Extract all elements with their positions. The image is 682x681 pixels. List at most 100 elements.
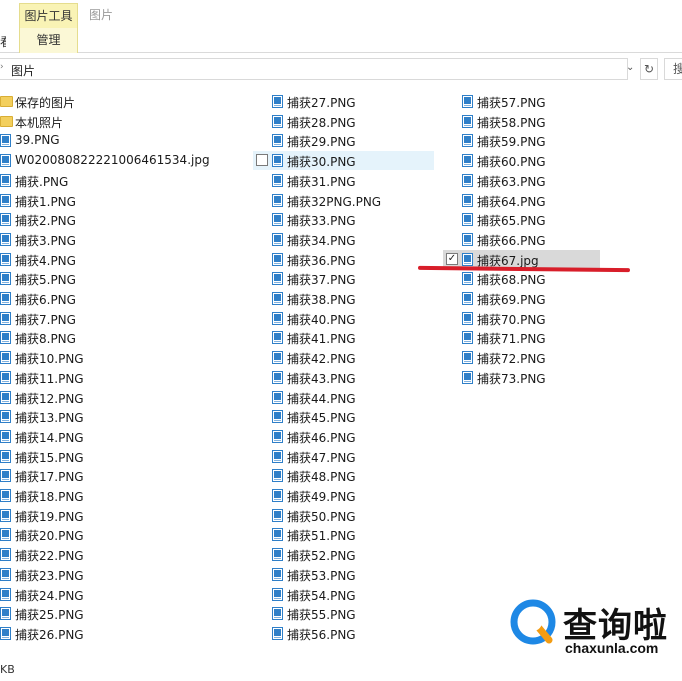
file-name: 捕获65.PNG — [477, 214, 546, 229]
image-file-icon — [0, 331, 11, 345]
file-name: 捕获47.PNG — [287, 450, 356, 465]
file-name: 捕获22.PNG — [15, 549, 84, 564]
file-name: 捕获71.PNG — [477, 332, 546, 347]
image-file-icon — [272, 95, 283, 108]
image-file-icon — [0, 567, 11, 581]
image-file-icon — [0, 232, 11, 246]
file-name: 捕获45.PNG — [287, 411, 356, 426]
image-file-icon — [272, 370, 283, 384]
image-file-icon — [0, 548, 11, 562]
file-name: 捕获5.PNG — [15, 273, 76, 288]
image-file-icon — [0, 173, 11, 187]
file-name: W020080822221006461534.jpg — [15, 153, 210, 168]
image-file-icon — [462, 370, 473, 384]
file-name: 捕获19.PNG — [15, 509, 84, 524]
file-name: 捕获69.PNG — [477, 293, 546, 307]
image-file-icon — [272, 508, 283, 522]
file-name: 捕获1.PNG — [15, 194, 76, 209]
file-name: 捕获46.PNG — [287, 430, 356, 445]
image-file-icon — [272, 154, 283, 168]
chaxunla-logo-icon — [510, 599, 556, 645]
watermark-en: chaxunla.com — [565, 640, 659, 656]
image-file-icon — [0, 469, 11, 483]
image-file-icon — [272, 469, 283, 483]
image-file-icon — [462, 213, 473, 227]
file-name: 捕获32PNG.PNG — [287, 194, 382, 209]
image-file-icon — [462, 193, 473, 207]
image-file-icon — [272, 449, 283, 463]
file-name: 捕获38.PNG — [287, 293, 356, 307]
file-name: 捕获55.PNG — [287, 608, 356, 623]
image-file-icon — [272, 272, 283, 286]
image-file-icon — [0, 528, 11, 542]
image-file-icon — [0, 449, 11, 463]
file-name: 捕获40.PNG — [287, 312, 356, 327]
image-file-icon — [0, 154, 11, 168]
file-name: 捕获2.PNG — [15, 214, 76, 229]
chevron-down-icon[interactable]: ⌄ — [626, 62, 634, 73]
file-name: 捕获72.PNG — [477, 352, 546, 367]
file-name: 捕获17.PNG — [15, 470, 84, 485]
file-name: 捕获25.PNG — [15, 608, 84, 623]
image-file-icon — [272, 626, 283, 640]
image-file-icon — [0, 587, 11, 601]
file-name: 捕获33.PNG — [287, 214, 356, 229]
image-file-icon — [272, 331, 283, 345]
image-file-icon — [0, 508, 11, 522]
file-name: 捕获11.PNG — [15, 371, 84, 386]
tab-picture-tools[interactable]: 图片工具 — [19, 3, 78, 28]
image-file-icon — [0, 134, 11, 148]
image-file-icon — [0, 410, 11, 424]
row-checkbox-checked[interactable]: ✓ — [446, 253, 458, 265]
image-file-icon — [0, 272, 11, 286]
ribbon: 图片工具 管理 图片 看 — [0, 0, 682, 53]
image-file-icon — [0, 607, 11, 621]
image-file-icon — [0, 311, 11, 325]
image-file-icon — [272, 252, 283, 266]
file-name: 捕获6.PNG — [15, 293, 76, 307]
image-file-icon — [272, 390, 283, 404]
file-name: 捕获4.PNG — [15, 253, 76, 268]
chevron-right-icon: › — [0, 62, 4, 72]
file-name: 捕获15.PNG — [15, 450, 84, 465]
file-name: 捕获44.PNG — [287, 391, 356, 406]
image-file-icon — [272, 429, 283, 443]
image-file-icon — [272, 173, 283, 187]
image-file-icon — [462, 252, 473, 266]
file-name: 捕获70.PNG — [477, 312, 546, 327]
file-name: 捕获28.PNG — [287, 115, 356, 130]
file-name: 捕获14.PNG — [15, 430, 84, 445]
file-name: 捕获24.PNG — [15, 588, 84, 603]
file-name: 捕获7.PNG — [15, 312, 76, 327]
file-name: 捕获26.PNG — [15, 627, 84, 642]
refresh-button[interactable]: ↻ — [640, 58, 658, 80]
image-file-icon — [272, 114, 283, 128]
image-file-icon — [462, 154, 473, 168]
search-input[interactable]: 搜 — [664, 58, 682, 80]
image-file-icon — [272, 410, 283, 424]
file-name: 捕获10.PNG — [15, 352, 84, 367]
folder-icon — [0, 115, 13, 127]
folder-icon — [0, 96, 13, 107]
file-name: 捕获36.PNG — [287, 253, 356, 268]
file-name: 捕获37.PNG — [287, 273, 356, 288]
file-name: 捕获41.PNG — [287, 332, 356, 347]
image-file-icon — [462, 331, 473, 345]
image-file-icon — [272, 489, 283, 502]
image-file-icon — [0, 213, 11, 227]
tab-view-cut[interactable]: 看 — [0, 33, 6, 50]
image-file-icon — [0, 626, 11, 640]
image-file-icon — [272, 292, 283, 305]
tab-manage[interactable]: 管理 — [19, 28, 78, 53]
file-name: 捕获23.PNG — [15, 568, 84, 583]
address-bar[interactable]: › 图片 — [0, 58, 628, 80]
row-checkbox[interactable] — [256, 154, 268, 166]
file-name: 捕获29.PNG — [287, 135, 356, 150]
file-name: 捕获66.PNG — [477, 233, 546, 248]
refresh-icon: ↻ — [643, 62, 655, 76]
watermark: 查询啦 chaxunla.com — [505, 596, 682, 660]
address-path[interactable]: 图片 — [11, 62, 35, 79]
file-name: 捕获51.PNG — [287, 529, 356, 544]
image-file-icon — [0, 429, 11, 443]
file-name: 捕获64.PNG — [477, 194, 546, 209]
